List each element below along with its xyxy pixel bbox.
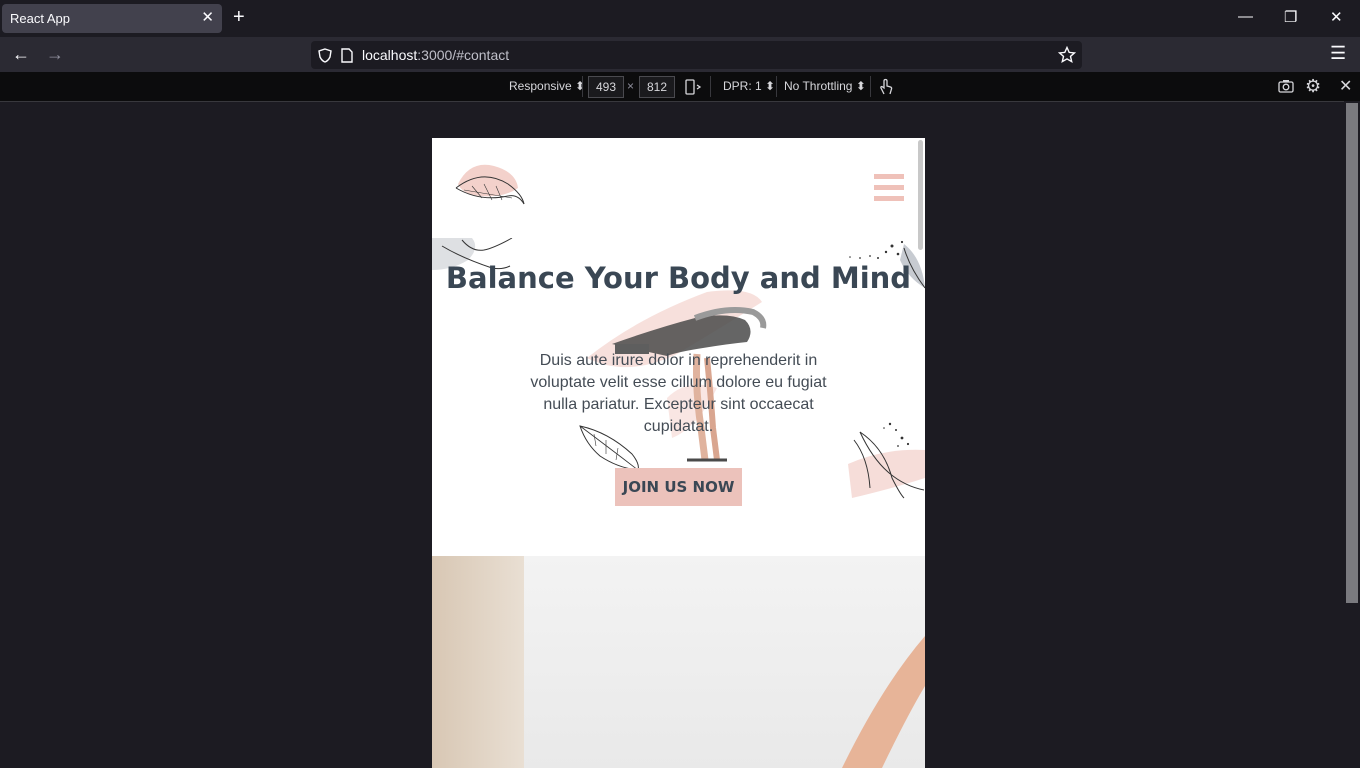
height-input[interactable]: 812 — [639, 76, 675, 98]
star-icon[interactable] — [1058, 46, 1076, 64]
device-label: Responsive — [509, 79, 572, 93]
logo-leaf-icon[interactable] — [452, 154, 528, 210]
throttling-selector[interactable]: No Throttling ⬍ — [784, 79, 866, 93]
join-us-button[interactable]: JOIN US NOW — [615, 468, 742, 506]
scrollbar-thumb[interactable] — [1346, 103, 1358, 603]
browser-scrollbar[interactable] — [1344, 101, 1360, 768]
shield-icon[interactable] — [318, 48, 332, 63]
viewport-scrollbar[interactable] — [918, 140, 923, 250]
dpr-selector[interactable]: DPR: 1 ⬍ — [723, 79, 775, 93]
page-icon[interactable] — [341, 48, 353, 63]
back-icon[interactable]: ← — [12, 45, 30, 63]
times-sign: × — [627, 79, 635, 93]
divider — [870, 76, 871, 97]
leaf-decoration-icon — [848, 422, 925, 499]
browser-tab[interactable]: React App ✕ — [2, 4, 222, 33]
url-path: :3000/#contact — [417, 47, 510, 63]
device-viewport: Balance Your Body and Mind Duis aute iru… — [432, 138, 925, 768]
close-icon[interactable]: ✕ — [201, 8, 214, 26]
screenshot-icon[interactable] — [1278, 79, 1294, 93]
arm-image — [842, 636, 925, 768]
tab-title: React App — [10, 11, 70, 26]
tab-strip: React App ✕ + — ❐ ✕ — [0, 0, 1360, 37]
divider — [582, 76, 583, 97]
responsive-toolbar: Responsive ⬍ 493 × 812 DPR: 1 ⬍ No Throt… — [0, 72, 1360, 102]
restore-icon[interactable]: ❐ — [1284, 8, 1297, 26]
menu-icon[interactable]: ☰ — [1330, 44, 1346, 62]
url-host: localhost — [362, 47, 418, 63]
dpr-label: DPR: 1 — [723, 79, 762, 93]
url-bar[interactable]: localhost:3000/#contact — [311, 41, 1082, 69]
hamburger-icon[interactable] — [874, 174, 904, 202]
hero-paragraph: Duis aute irure dolor in reprehenderit i… — [530, 352, 827, 435]
hamburger-line — [874, 174, 904, 179]
device-selector[interactable]: Responsive ⬍ — [509, 79, 585, 93]
navigation-toolbar: ← → localhost:3000/#contact ☰ — [0, 37, 1360, 72]
divider — [710, 76, 711, 97]
forward-icon[interactable]: → — [46, 45, 64, 63]
settings-icon[interactable]: ⚙ — [1305, 76, 1321, 97]
throttling-label: No Throttling — [784, 79, 853, 93]
url-text[interactable]: localhost:3000/#contact — [362, 47, 509, 63]
hamburger-line — [874, 185, 904, 190]
touch-icon[interactable] — [878, 78, 894, 96]
minimize-icon[interactable]: — — [1238, 8, 1253, 25]
rotate-icon[interactable] — [684, 79, 702, 95]
plus-icon[interactable]: + — [233, 7, 245, 27]
close-rdm-icon[interactable]: ✕ — [1339, 76, 1352, 96]
hero-heading: Balance Your Body and Mind — [445, 261, 912, 296]
yoga-photo-image — [432, 556, 925, 768]
close-window-icon[interactable]: ✕ — [1330, 8, 1343, 26]
divider — [776, 76, 777, 97]
hamburger-line — [874, 196, 904, 201]
width-input[interactable]: 493 — [588, 76, 624, 98]
brick-wall-image — [432, 556, 524, 768]
